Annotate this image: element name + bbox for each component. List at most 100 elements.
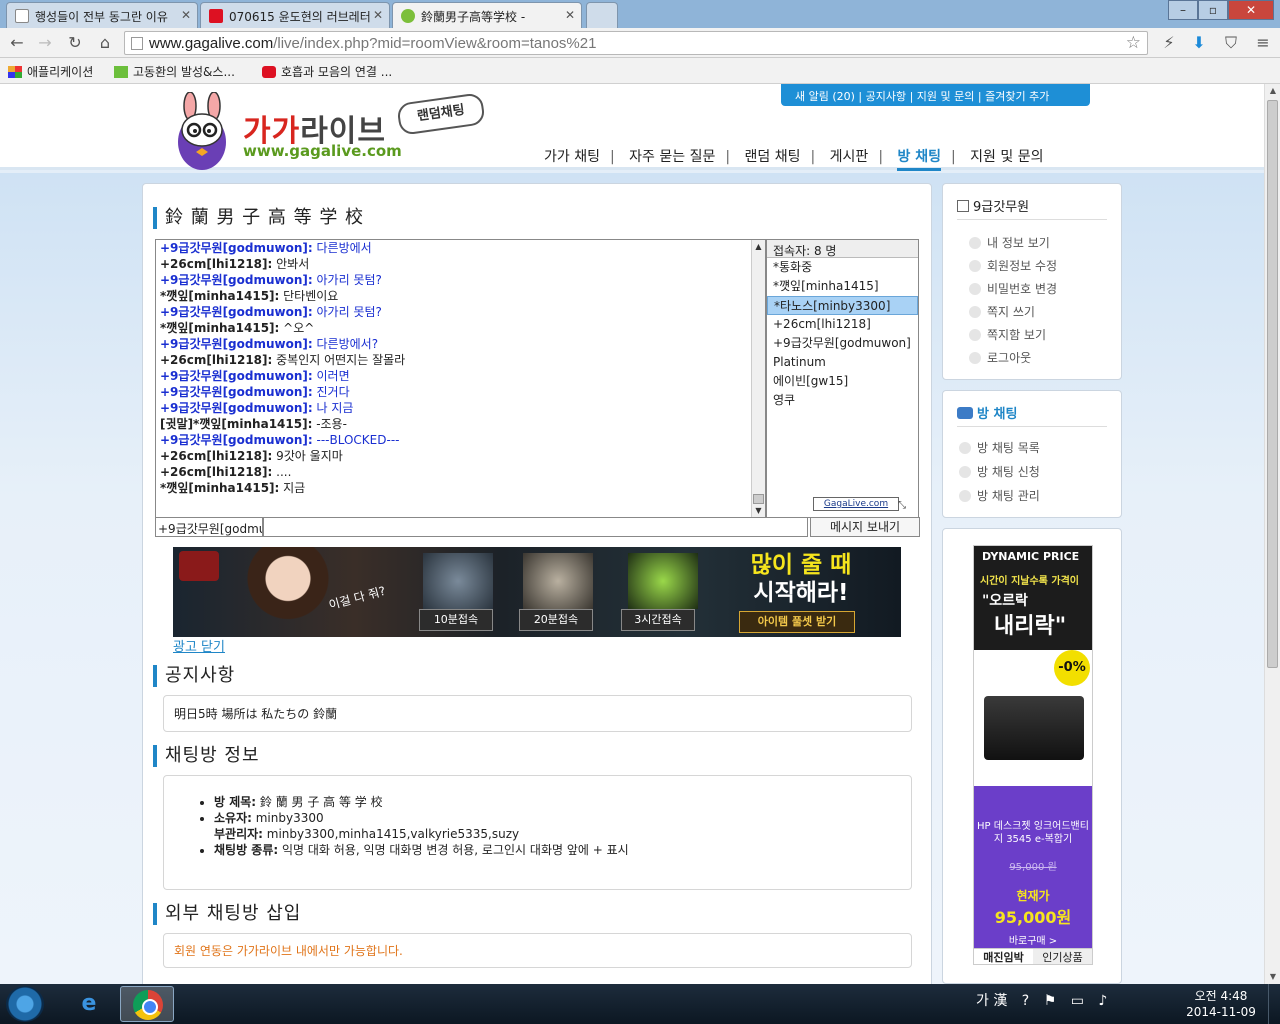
close-ad-link[interactable]: 광고 닫기	[173, 636, 225, 655]
chat-text: 나 지금	[312, 401, 354, 415]
page-scroll-thumb[interactable]	[1267, 100, 1278, 668]
ad-banner[interactable]: 이걸 다 줘? 10분접속 20분접속 3시간접속 많이 줄 때 시작해라! 아…	[173, 547, 901, 637]
clock[interactable]: 오전 4:48 2014-11-09	[1186, 988, 1256, 1020]
bookmark-star-icon[interactable]: ☆	[1126, 33, 1141, 53]
nickname-field[interactable]: +9급갓무원[godmuwon]	[155, 517, 263, 537]
ime-indicator[interactable]: 가 漢	[976, 993, 1007, 1009]
sidebar-link[interactable]: 비밀번호 변경	[969, 280, 1057, 297]
close-icon[interactable]: ✕	[373, 8, 383, 22]
nav-board[interactable]: 게시판	[830, 149, 869, 165]
nav-gaga-chat[interactable]: 가가 채팅	[544, 149, 600, 165]
chat-nick: +26cm[lhi1218]:	[160, 449, 273, 463]
user-menu-panel: 9급갓무원 내 정보 보기회원정보 수정비밀번호 변경쪽지 쓰기쪽지함 보기로그…	[942, 183, 1122, 380]
scroll-thumb[interactable]	[753, 494, 764, 504]
sidebar-link[interactable]: 쪽지 쓰기	[969, 303, 1035, 320]
sidebar-link[interactable]: 방 채팅 목록	[959, 439, 1040, 456]
bookmark-folder[interactable]: 고동환의 발성&스...	[114, 63, 235, 80]
bookmark-apps[interactable]: 애플리케이션	[8, 63, 93, 80]
lightning-icon[interactable]: ⚡	[1158, 32, 1180, 54]
internet-explorer-icon[interactable]: e	[62, 986, 116, 1022]
side-ad[interactable]: DYNAMIC PRICE 시간이 지날수록 가격이 "오르락 내리락" -0%…	[973, 545, 1093, 965]
flag-icon[interactable]: ⚑	[1044, 993, 1057, 1009]
side-ad-header: DYNAMIC PRICE 시간이 지날수록 가격이 "오르락 내리락"	[974, 546, 1092, 650]
bookmark-youtube[interactable]: 호흡과 모음의 연결 ...	[262, 63, 392, 80]
start-button[interactable]	[6, 986, 44, 1022]
ad-slot: 3시간접속	[621, 609, 695, 631]
network-icon[interactable]: ▭	[1071, 993, 1084, 1009]
tab-sold-out-soon[interactable]: 매진임박	[974, 948, 1033, 964]
site-logo-url[interactable]: www.gagalive.com	[243, 142, 402, 160]
address-bar[interactable]: www.gagalive.com/live/index.php?mid=room…	[124, 31, 1148, 55]
sidebar-link[interactable]: 방 채팅 관리	[959, 487, 1040, 504]
user-list-item[interactable]: *꺳잎[minha1415]	[767, 277, 918, 296]
ad-headline-2: 시작해라!	[753, 580, 849, 606]
menu-icon[interactable]: ≡	[1252, 32, 1274, 54]
scroll-up-icon[interactable]: ▲	[1265, 84, 1280, 98]
user-name: 9급갓무원	[957, 196, 1029, 215]
page-scrollbar[interactable]: ▲ ▼	[1264, 84, 1280, 984]
sidebar-link[interactable]: 쪽지함 보기	[969, 326, 1046, 343]
nav-random-chat[interactable]: 랜덤 채팅	[745, 149, 801, 165]
random-chat-badge[interactable]: 랜덤채팅	[396, 92, 486, 136]
window-close-icon[interactable]: ✕	[1228, 0, 1274, 20]
printer-image	[984, 696, 1084, 760]
user-list-item[interactable]: Platinum	[767, 353, 918, 372]
chat-log[interactable]: +9급갓무원[godmuwon]: 다른방에서 +26cm[lhi1218]: 안…	[155, 239, 766, 518]
nav-support[interactable]: 지원 및 문의	[970, 149, 1043, 165]
sidebar-link[interactable]: 방 채팅 신청	[959, 463, 1040, 480]
chat-nick: +9급갓무원[godmuwon]:	[160, 241, 313, 255]
close-icon[interactable]: ✕	[565, 8, 575, 22]
chat-text: -조용-	[312, 417, 347, 431]
user-list-item[interactable]: *통화중	[767, 258, 918, 277]
scroll-down-icon[interactable]: ▼	[1265, 970, 1280, 984]
send-message-button[interactable]: 메시지 보내기	[810, 517, 920, 537]
top-notice-bar[interactable]: 새 알림 (20) | 공지사항 | 지원 및 문의 | 즐겨찾기 추가	[781, 84, 1090, 106]
chrome-taskbar-button[interactable]	[120, 986, 174, 1022]
buy-now-link[interactable]: 바로구매 >	[974, 932, 1092, 947]
back-icon[interactable]: ←	[6, 32, 28, 54]
site-header: 가가라이브 www.gagalive.com 랜덤채팅 새 알림 (20) | …	[0, 84, 1264, 172]
nav-faq[interactable]: 자주 묻는 질문	[629, 149, 715, 165]
rabbit-mascot-logo[interactable]	[168, 92, 238, 172]
discount-badge: -0%	[1054, 650, 1090, 686]
browser-tab-active[interactable]: 鈴蘭男子高等学校 - ✕	[392, 2, 582, 28]
nav-room-chat[interactable]: 방 채팅	[897, 149, 941, 171]
user-list-item[interactable]: 영쿠	[767, 391, 918, 410]
resize-icon[interactable]: ⤡	[898, 500, 906, 511]
chat-message: +9급갓무원[godmuwon]: 나 지금	[156, 400, 765, 416]
scroll-up-icon[interactable]: ▲	[752, 240, 765, 253]
help-icon[interactable]: ?	[1022, 993, 1029, 1009]
scroll-down-icon[interactable]: ▼	[752, 504, 765, 517]
sidebar-link[interactable]: 내 정보 보기	[969, 234, 1050, 251]
reload-icon[interactable]: ↻	[64, 32, 86, 54]
close-icon[interactable]: ✕	[181, 8, 191, 22]
home-icon[interactable]: ⌂	[94, 32, 116, 54]
user-list-item[interactable]: +9급갓무원[godmuwon]	[767, 334, 918, 353]
volume-icon[interactable]: ♪	[1098, 993, 1107, 1009]
browser-tab[interactable]: 070615 윤도현의 러브레터 ✕	[200, 2, 390, 28]
sidebar-link[interactable]: 로그아웃	[969, 349, 1031, 366]
new-tab-button[interactable]	[586, 2, 618, 28]
user-name-text: 9급갓무원	[973, 200, 1030, 215]
tab-popular[interactable]: 인기상품	[1033, 948, 1092, 964]
user-list-item[interactable]: 에이빈[gw15]	[767, 372, 918, 391]
user-icon	[957, 200, 969, 212]
gagalive-badge[interactable]: GagaLive.com	[813, 497, 899, 511]
room-menu-title: 방 채팅	[957, 403, 1017, 422]
forward-icon[interactable]: →	[34, 32, 56, 54]
user-list-item[interactable]: *타노스[minby3300]	[767, 296, 918, 315]
sidebar-link[interactable]: 회원정보 수정	[969, 257, 1057, 274]
chat-scrollbar[interactable]: ▲ ▼	[751, 240, 765, 517]
minimize-icon[interactable]: –	[1168, 0, 1198, 20]
shield-icon[interactable]: ⛉	[1220, 32, 1242, 54]
chat-message: +26cm[lhi1218]: 안봐서	[156, 256, 765, 272]
download-icon[interactable]: ⬇	[1188, 32, 1210, 54]
ad-cta-button[interactable]: 아이템 풀셋 받기	[739, 611, 855, 633]
chat-nick: *꺳잎[minha1415]:	[160, 481, 280, 495]
browser-tab[interactable]: 행성들이 전부 동그란 이유 ✕	[6, 2, 198, 28]
message-input[interactable]	[263, 517, 808, 537]
user-list-item[interactable]: +26cm[lhi1218]	[767, 315, 918, 334]
clock-date: 2014-11-09	[1186, 1005, 1256, 1019]
show-desktop-button[interactable]	[1268, 984, 1280, 1024]
maximize-icon[interactable]: ▫	[1198, 0, 1228, 20]
